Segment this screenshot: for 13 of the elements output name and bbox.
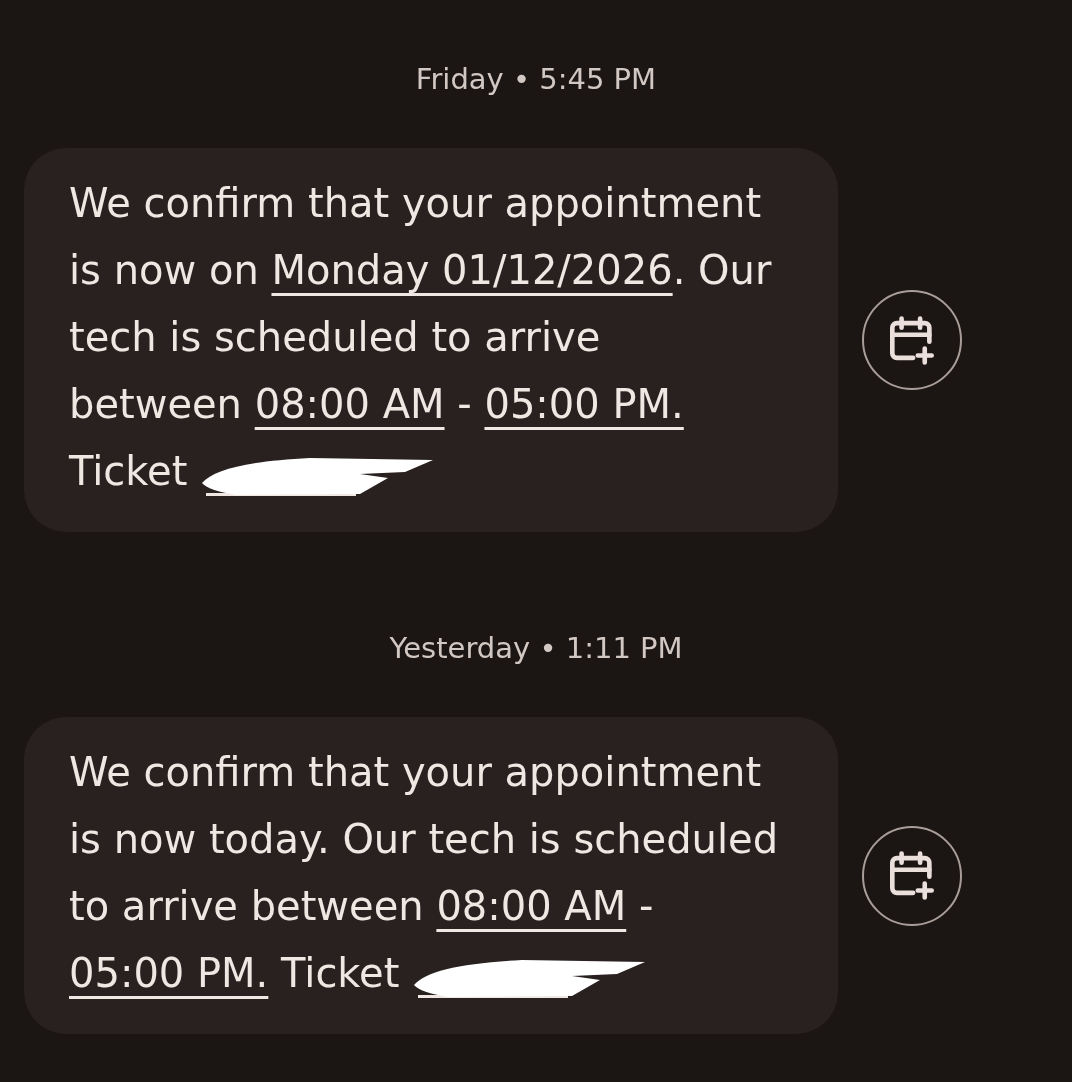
date-link[interactable]: Monday 01/12/2026 [271,247,673,293]
message-text: We confirm that your appointment is now on Monday 01/12/2026. Our tech is scheduled to arrive between 08:00 AM - 05:00 PM. Ticket [69,179,773,498]
message-text: We confirm that your appointment is now today. Our tech is scheduled to arrive between 08:00 AM - 05:00 PM. Ticket [69,748,780,1000]
time-link[interactable]: 08:00 AM [436,883,627,929]
calendar-plus-icon [890,851,934,900]
time-link[interactable]: 05:00 PM. [484,381,684,427]
time-link[interactable]: 05:00 PM. [69,950,269,996]
time-link[interactable]: 08:00 AM [254,381,445,427]
message-timestamp: Yesterday • 1:11 PM [388,630,684,667]
message-timestamp: Friday • 5:45 PM [414,61,658,98]
calendar-plus-icon [890,315,934,365]
add-to-calendar-button[interactable] [862,825,962,926]
add-to-calendar-button[interactable] [862,290,962,390]
